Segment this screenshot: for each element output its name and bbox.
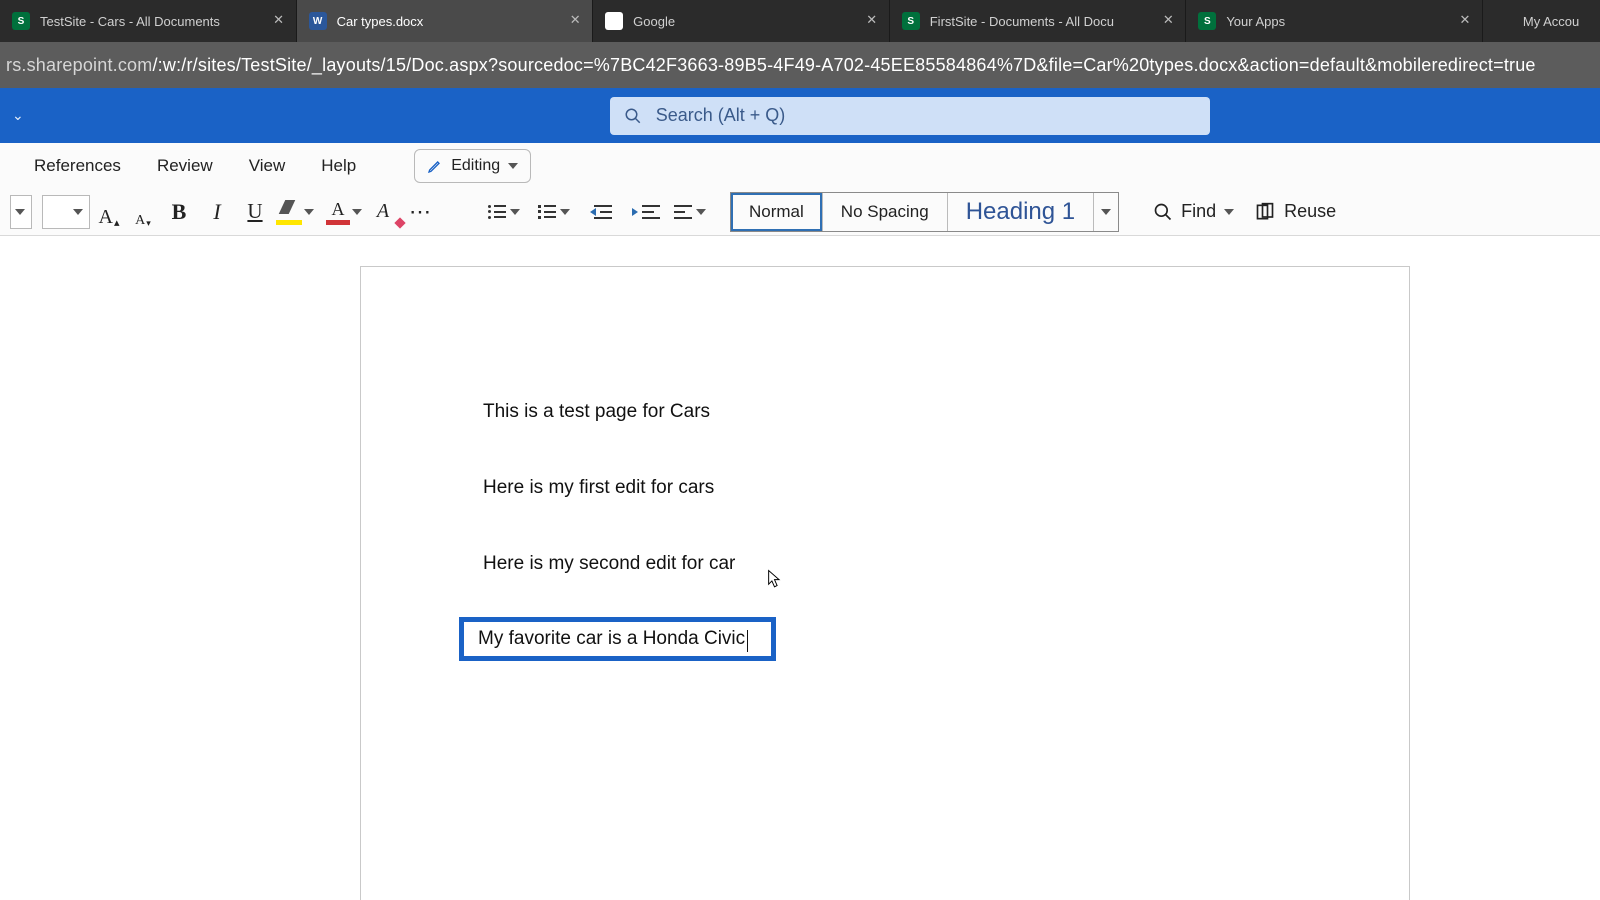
reuse-icon bbox=[1254, 202, 1276, 222]
style-no-spacing[interactable]: No Spacing bbox=[823, 193, 948, 231]
numbered-list-button[interactable] bbox=[538, 205, 570, 219]
close-icon[interactable]: ✕ bbox=[1161, 14, 1175, 28]
chevron-down-icon bbox=[73, 209, 83, 215]
underline-button[interactable]: U bbox=[238, 195, 272, 229]
browser-tab[interactable]: G Google ✕ bbox=[593, 0, 890, 42]
selected-text-box[interactable]: My favorite car is a Honda Civic bbox=[459, 617, 776, 661]
doc-paragraph[interactable]: This is a test page for Cars bbox=[483, 401, 1409, 423]
editing-mode-button[interactable]: Editing bbox=[414, 149, 531, 183]
close-icon[interactable]: ✕ bbox=[272, 14, 286, 28]
browser-tab-active[interactable]: W Car types.docx ✕ bbox=[297, 0, 594, 42]
chevron-down-icon bbox=[508, 163, 518, 169]
microsoft-icon bbox=[1495, 12, 1513, 30]
editing-mode-label: Editing bbox=[451, 157, 500, 175]
browser-tab[interactable]: My Accou bbox=[1483, 0, 1600, 42]
find-label: Find bbox=[1181, 201, 1216, 222]
tab-title: Car types.docx bbox=[337, 14, 559, 29]
bullets-icon bbox=[488, 205, 506, 219]
google-icon: G bbox=[605, 12, 623, 30]
sharepoint-icon: S bbox=[12, 12, 30, 30]
highlighter-icon bbox=[276, 199, 302, 225]
close-icon[interactable]: ✕ bbox=[865, 14, 879, 28]
search-icon bbox=[624, 107, 642, 125]
document-page[interactable]: This is a test page for Cars Here is my … bbox=[360, 266, 1410, 900]
url-text: rs.sharepoint.com/:w:/r/sites/TestSite/_… bbox=[6, 55, 1536, 76]
tab-title: My Accou bbox=[1523, 14, 1590, 29]
ribbon-tab-review[interactable]: Review bbox=[157, 156, 213, 176]
more-font-options-button[interactable]: ⋯ bbox=[404, 195, 438, 229]
ribbon-toolbar: A▴ A▾ B I U A A ⋯ bbox=[0, 188, 1600, 236]
style-heading-1[interactable]: Heading 1 bbox=[948, 193, 1094, 231]
chevron-down-icon bbox=[696, 209, 706, 215]
chevron-down-icon[interactable]: ⌄ bbox=[12, 107, 24, 124]
doc-paragraph[interactable]: My favorite car is a Honda Civic bbox=[478, 628, 745, 649]
url-host: rs.sharepoint.com bbox=[6, 55, 152, 75]
bullet-list-button[interactable] bbox=[488, 205, 520, 219]
url-path: /:w:/r/sites/TestSite/_layouts/15/Doc.as… bbox=[152, 55, 1535, 75]
font-color-icon: A bbox=[326, 199, 350, 225]
style-normal[interactable]: Normal bbox=[731, 193, 823, 231]
search-input[interactable]: Search (Alt + Q) bbox=[610, 97, 1210, 135]
clear-formatting-button[interactable]: A bbox=[366, 195, 400, 229]
pencil-icon bbox=[427, 158, 443, 174]
ribbon-tabs: References Review View Help Editing bbox=[0, 143, 1600, 188]
browser-tab[interactable]: S Your Apps ✕ bbox=[1186, 0, 1483, 42]
styles-gallery[interactable]: Normal No Spacing Heading 1 bbox=[730, 192, 1119, 232]
chevron-down-icon bbox=[510, 209, 520, 215]
address-bar[interactable]: rs.sharepoint.com/:w:/r/sites/TestSite/_… bbox=[0, 42, 1600, 88]
tab-title: TestSite - Cars - All Documents bbox=[40, 14, 262, 29]
doc-paragraph[interactable]: Here is my first edit for cars bbox=[483, 477, 1409, 499]
chevron-down-icon bbox=[1101, 209, 1111, 215]
chevron-down-icon bbox=[560, 209, 570, 215]
align-button[interactable] bbox=[674, 205, 706, 219]
document-canvas[interactable]: This is a test page for Cars Here is my … bbox=[0, 236, 1600, 900]
tab-title: FirstSite - Documents - All Docu bbox=[930, 14, 1152, 29]
browser-tab[interactable]: S TestSite - Cars - All Documents ✕ bbox=[0, 0, 297, 42]
shrink-font-button[interactable]: A▾ bbox=[128, 195, 158, 229]
chevron-down-icon bbox=[352, 209, 362, 215]
italic-button[interactable]: I bbox=[200, 195, 234, 229]
search-placeholder: Search (Alt + Q) bbox=[656, 105, 786, 126]
font-size-dropdown[interactable] bbox=[42, 195, 90, 229]
doc-paragraph[interactable]: Here is my second edit for car bbox=[483, 553, 1409, 575]
text-caret bbox=[747, 630, 748, 652]
sharepoint-icon: S bbox=[902, 12, 920, 30]
browser-tab[interactable]: S FirstSite - Documents - All Docu ✕ bbox=[890, 0, 1187, 42]
reuse-files-button[interactable]: Reuse bbox=[1244, 195, 1346, 229]
increase-indent-button[interactable] bbox=[632, 204, 654, 220]
font-color-button[interactable]: A bbox=[326, 199, 362, 225]
styles-more-button[interactable] bbox=[1094, 193, 1118, 231]
grow-font-button[interactable]: A▴ bbox=[94, 195, 124, 229]
close-icon[interactable]: ✕ bbox=[568, 14, 582, 28]
close-icon[interactable]: ✕ bbox=[1458, 14, 1472, 28]
chevron-down-icon bbox=[15, 209, 25, 215]
tab-title: Your Apps bbox=[1226, 14, 1448, 29]
app-header: ⌄ Search (Alt + Q) bbox=[0, 88, 1600, 143]
highlight-color-button[interactable] bbox=[276, 199, 314, 225]
browser-tabstrip: S TestSite - Cars - All Documents ✕ W Ca… bbox=[0, 0, 1600, 42]
word-icon: W bbox=[309, 12, 327, 30]
font-family-dropdown[interactable] bbox=[10, 195, 32, 229]
numbering-icon bbox=[538, 205, 556, 219]
reuse-label: Reuse bbox=[1284, 201, 1336, 222]
align-left-icon bbox=[674, 205, 692, 219]
search-icon bbox=[1153, 202, 1173, 222]
decrease-indent-button[interactable] bbox=[590, 204, 612, 220]
ribbon-tab-references[interactable]: References bbox=[34, 156, 121, 176]
ribbon-tab-help[interactable]: Help bbox=[321, 156, 356, 176]
bold-button[interactable]: B bbox=[162, 195, 196, 229]
tab-title: Google bbox=[633, 14, 855, 29]
sharepoint-icon: S bbox=[1198, 12, 1216, 30]
find-button[interactable]: Find bbox=[1143, 195, 1244, 229]
ribbon-tab-view[interactable]: View bbox=[249, 156, 286, 176]
chevron-down-icon bbox=[1224, 209, 1234, 215]
chevron-down-icon bbox=[304, 209, 314, 215]
